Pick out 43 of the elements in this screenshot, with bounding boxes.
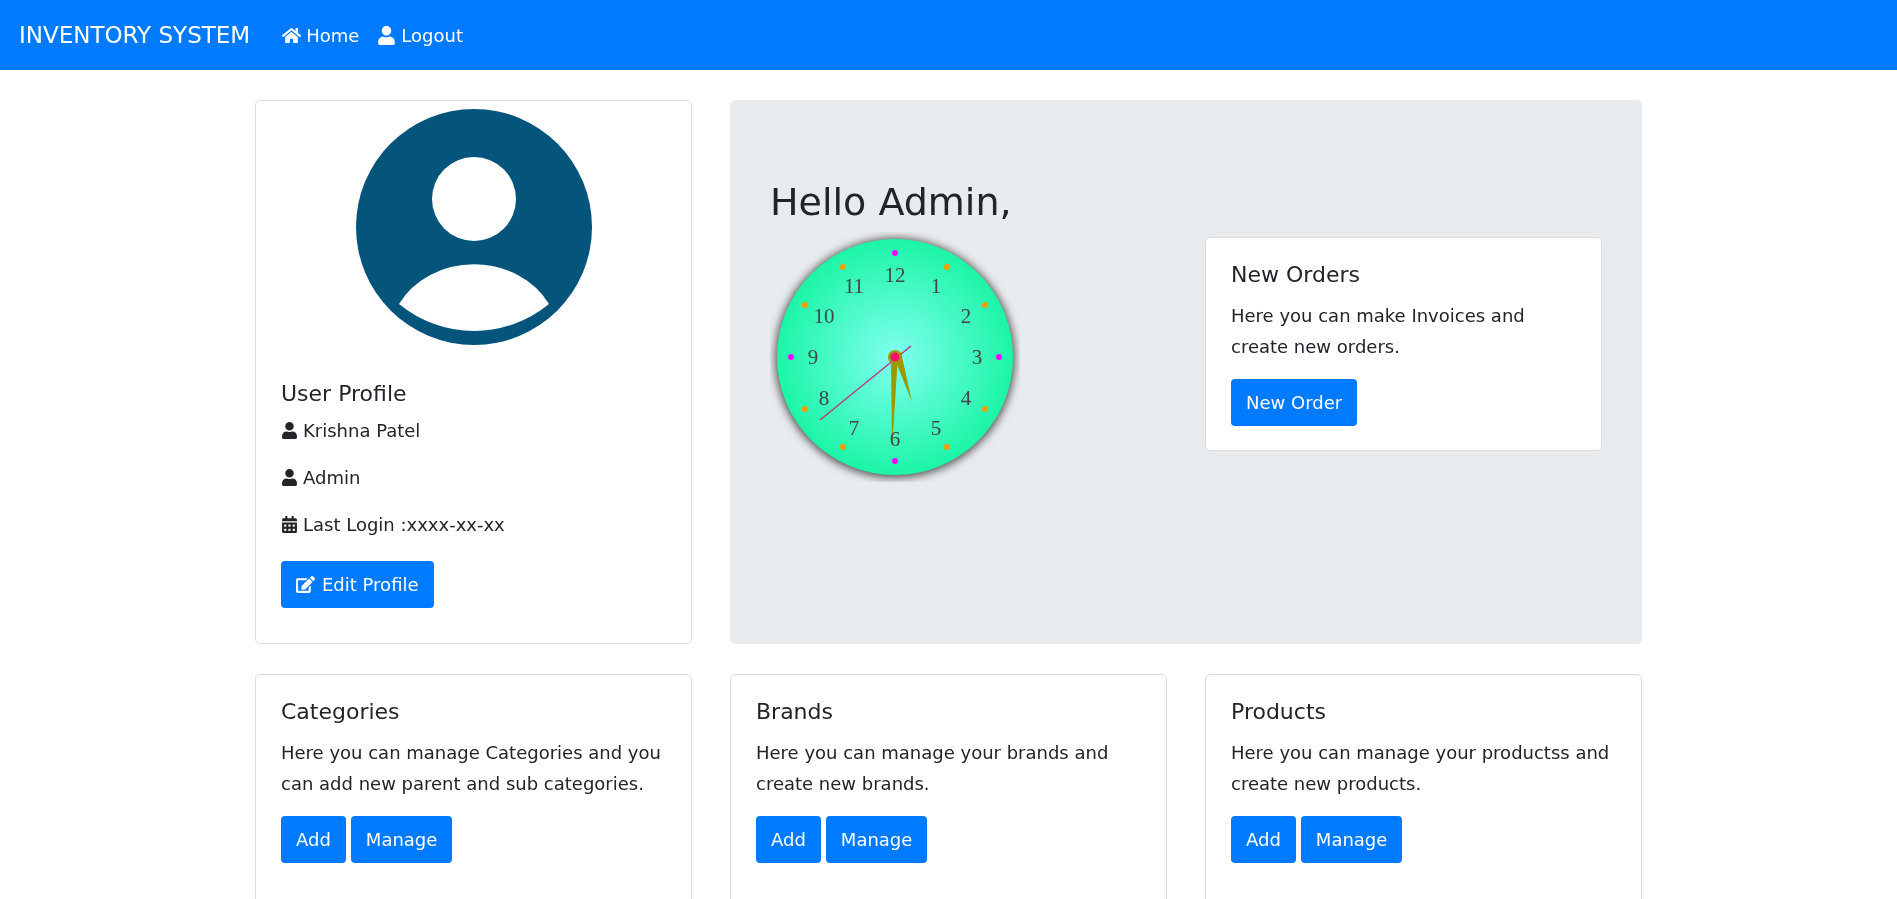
- card-text: Here you can make Invoices and create new orders.: [1231, 304, 1526, 359]
- avatar-icon: [355, 109, 592, 345]
- brand-link[interactable]: INVENTORY SYSTEM: [19, 22, 251, 48]
- card-title: New Orders: [1231, 262, 1361, 287]
- user-icon: [377, 25, 397, 45]
- calendar-icon: [281, 516, 298, 533]
- card-title: Brands: [756, 699, 834, 724]
- clock-numeral: 9: [807, 345, 819, 369]
- card-button[interactable]: Add: [1231, 815, 1296, 863]
- clock-numeral: 6: [889, 427, 901, 451]
- nav-link[interactable]: Home: [282, 24, 360, 46]
- clock-numeral: 2: [960, 304, 972, 328]
- clock-numeral: 10: [813, 304, 835, 328]
- greeting: Hello Admin,: [770, 180, 1013, 224]
- home-icon: [282, 25, 302, 45]
- card-title: Categories: [281, 699, 401, 724]
- clock-numeral: 12: [884, 263, 906, 287]
- card-button[interactable]: Add: [756, 815, 821, 863]
- profile-detail: Admin: [303, 467, 361, 488]
- clock-numeral: 8: [818, 386, 830, 410]
- card-button[interactable]: Add: [281, 815, 346, 863]
- card-text: Here you can manage your productss and create new products.: [1231, 741, 1611, 796]
- new-order-button[interactable]: New Order: [1231, 378, 1358, 426]
- clock-numeral: 7: [848, 416, 860, 440]
- clock-numeral: 11: [843, 274, 865, 298]
- profile-title: User Profile: [281, 381, 408, 406]
- user-icon: [281, 469, 298, 486]
- clock-numeral: 1: [930, 274, 942, 298]
- card-title: Products: [1231, 699, 1327, 724]
- user-icon: [281, 422, 298, 439]
- clock-numeral: 3: [971, 345, 983, 369]
- clock-numeral: 4: [960, 386, 972, 410]
- card-button[interactable]: Manage: [825, 815, 928, 863]
- card-text: Here you can manage your brands and create new brands.: [756, 741, 1110, 796]
- profile-detail: Last Login :xxxx-xx-xx: [303, 514, 505, 535]
- card-button[interactable]: Manage: [350, 815, 453, 863]
- edit-icon: [296, 575, 315, 594]
- profile-detail: Krishna Patel: [303, 420, 421, 441]
- card-button[interactable]: Manage: [1300, 815, 1403, 863]
- edit-profile-button[interactable]: Edit Profile: [281, 561, 434, 608]
- card-text: Here you can manage Categories and you can add new parent and sub categories.: [281, 741, 662, 796]
- clock-numeral: 5: [930, 416, 942, 440]
- nav-link[interactable]: Logout: [377, 24, 463, 46]
